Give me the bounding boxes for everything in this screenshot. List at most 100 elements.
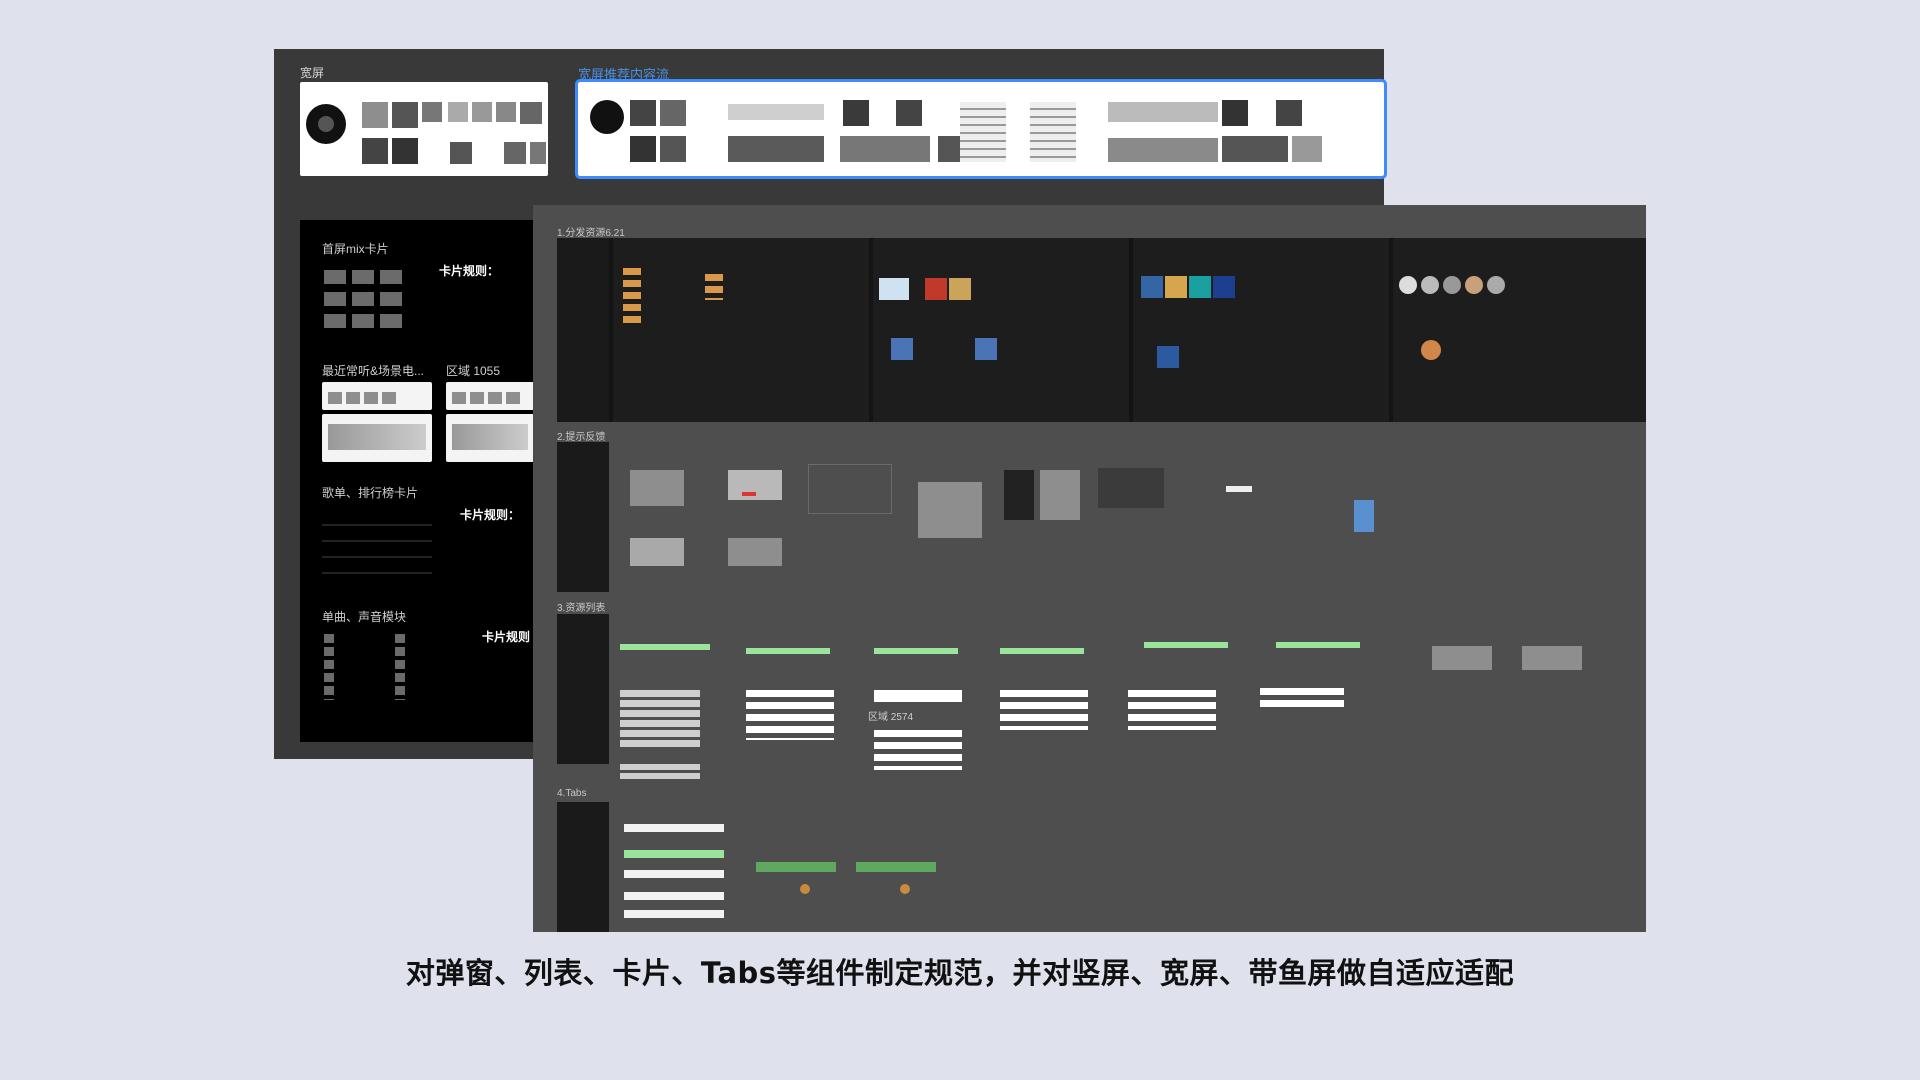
mix-card bbox=[380, 314, 402, 328]
list-rows bbox=[620, 690, 700, 750]
playlist-card-grid[interactable] bbox=[322, 510, 432, 582]
player-preview bbox=[1098, 468, 1164, 508]
card-thumb bbox=[530, 142, 546, 164]
song-list bbox=[1030, 102, 1076, 162]
artist-card-pair bbox=[1522, 646, 1582, 670]
confirm-button bbox=[742, 492, 756, 496]
mix-card bbox=[324, 292, 346, 306]
tab-bar bbox=[624, 892, 724, 900]
card-thumb bbox=[504, 142, 526, 164]
player-preview bbox=[1004, 470, 1034, 520]
mix-card bbox=[352, 292, 374, 306]
card-thumb bbox=[382, 392, 396, 404]
scene-card-row[interactable] bbox=[322, 414, 432, 462]
card-thumb bbox=[630, 136, 656, 162]
card-thumb bbox=[630, 100, 656, 126]
recent-card-row[interactable] bbox=[322, 382, 432, 410]
highlight-row bbox=[746, 648, 830, 654]
scene-card-row[interactable] bbox=[446, 414, 534, 462]
list-rows bbox=[874, 730, 962, 770]
green-tab-indicator bbox=[856, 862, 936, 872]
icon-row bbox=[728, 104, 824, 120]
card-thumb bbox=[520, 102, 542, 124]
mix-card bbox=[352, 270, 374, 284]
card-thumb bbox=[488, 392, 502, 404]
spec-frame bbox=[613, 238, 869, 422]
card-thumb bbox=[362, 138, 388, 164]
list-rows bbox=[746, 690, 834, 740]
scene-strip bbox=[328, 424, 426, 450]
card-thumb bbox=[660, 136, 686, 162]
tab-bar bbox=[624, 824, 724, 832]
card-row bbox=[840, 136, 930, 162]
resource-card bbox=[949, 278, 971, 300]
section-label-resource-list[interactable]: 3.资源列表 bbox=[557, 599, 605, 614]
artist-avatar bbox=[1487, 276, 1505, 294]
mix-card bbox=[352, 314, 374, 328]
scene-strip bbox=[452, 424, 528, 450]
artist-card-pair bbox=[1432, 646, 1492, 670]
green-tab-indicator bbox=[756, 862, 836, 872]
snackbar-preview bbox=[1226, 486, 1252, 492]
card-rule-label: 卡片规则： bbox=[439, 264, 500, 278]
label-wide-screen[interactable]: 宽屏 bbox=[300, 64, 324, 81]
section-distribution bbox=[557, 238, 1646, 422]
section-feedback bbox=[612, 442, 1402, 592]
section-label-feedback[interactable]: 2.提示反馈 bbox=[557, 428, 605, 443]
badge-dot bbox=[900, 884, 910, 894]
mix-card bbox=[324, 270, 346, 284]
artist-avatar bbox=[1465, 276, 1483, 294]
region-label: 区域 2574 bbox=[868, 712, 914, 723]
recent-card-row[interactable] bbox=[446, 382, 534, 410]
wide-screen-mockup[interactable] bbox=[300, 82, 548, 176]
resource-card bbox=[1213, 276, 1235, 298]
section-resource-list bbox=[612, 614, 1646, 784]
card-row bbox=[728, 136, 824, 162]
highlight-row bbox=[1276, 642, 1360, 648]
wide-feed-mockup[interactable] bbox=[575, 79, 1387, 179]
label-wide-feed[interactable]: 宽屏推荐内容流 bbox=[578, 64, 669, 83]
vinyl-center-icon bbox=[318, 116, 334, 132]
card-thumb bbox=[896, 100, 922, 126]
card-thumb bbox=[1222, 100, 1248, 126]
section-sidebar bbox=[557, 238, 609, 422]
artist-avatar bbox=[1399, 276, 1417, 294]
card-thumb bbox=[392, 102, 418, 128]
mix-card bbox=[324, 314, 346, 328]
sheet-preview bbox=[728, 538, 782, 566]
card-thumb bbox=[843, 100, 869, 126]
single-thumb-column bbox=[324, 634, 334, 700]
card-row bbox=[1108, 138, 1218, 162]
section-label-tabs[interactable]: 4.Tabs bbox=[557, 788, 586, 799]
single-thumb-column bbox=[395, 634, 405, 700]
list-rows bbox=[1260, 688, 1344, 708]
card-thumb bbox=[448, 102, 468, 122]
mix-card bbox=[380, 292, 402, 306]
card-row bbox=[1108, 102, 1218, 122]
card-thumb bbox=[452, 392, 466, 404]
card-thumb bbox=[328, 392, 342, 404]
card-thumb bbox=[472, 102, 492, 122]
pull-preview bbox=[918, 482, 982, 538]
playlist-card-title: 歌单、排行榜卡片 bbox=[322, 486, 419, 500]
artist-avatar bbox=[1421, 276, 1439, 294]
spec-frame bbox=[1133, 238, 1389, 422]
list-rows bbox=[620, 764, 700, 780]
card-thumb bbox=[470, 392, 484, 404]
mix-card-grid[interactable] bbox=[322, 262, 404, 336]
single-module-title: 单曲、声音模块 bbox=[322, 610, 407, 624]
section-label-distribution[interactable]: 1.分发资源6.21 bbox=[557, 224, 625, 239]
card-thumb bbox=[496, 102, 516, 122]
resource-card bbox=[1141, 276, 1163, 298]
recent-card-title: 最近常听&场景电... bbox=[322, 364, 425, 378]
artist-avatar bbox=[1443, 276, 1461, 294]
card-thumb bbox=[346, 392, 360, 404]
section-sidebar bbox=[557, 614, 609, 764]
card-thumb bbox=[1292, 136, 1322, 162]
resource-card bbox=[925, 278, 947, 300]
section-sidebar bbox=[557, 802, 609, 932]
region-label: 区域 1055 bbox=[446, 364, 501, 378]
list-rows bbox=[1000, 690, 1088, 730]
card-thumb bbox=[1276, 100, 1302, 126]
card-thumb bbox=[422, 102, 442, 122]
